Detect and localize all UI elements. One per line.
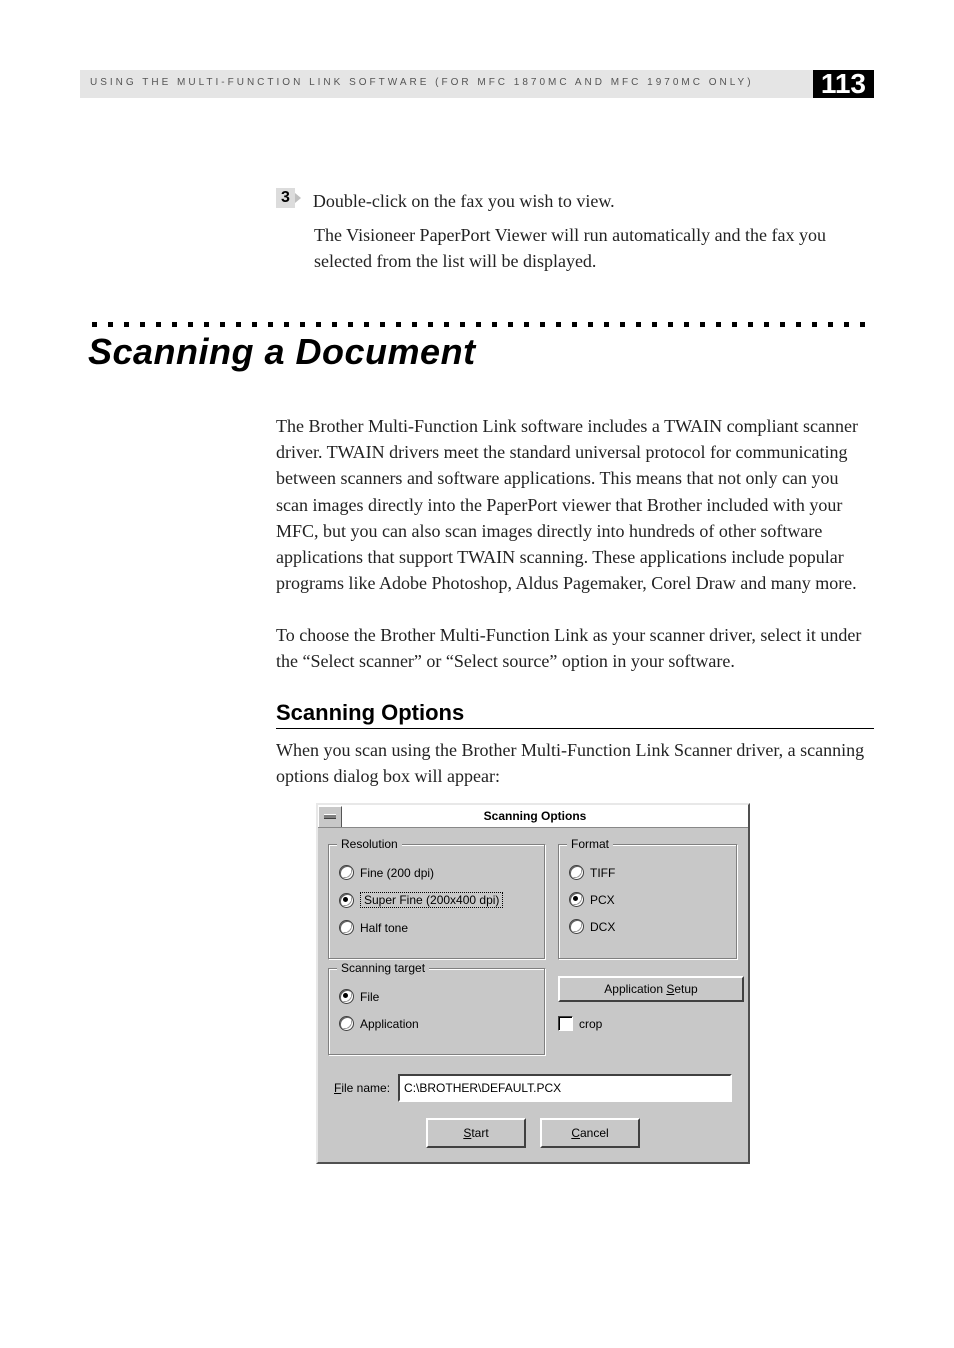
- radio-super-fine[interactable]: Super Fine (200x400 dpi): [339, 892, 535, 908]
- section-paragraph-2: To choose the Brother Multi-Function Lin…: [276, 622, 874, 674]
- subheading-rule: [276, 728, 874, 729]
- radio-super-fine-label: Super Fine (200x400 dpi): [360, 892, 503, 908]
- section-paragraph-3: When you scan using the Brother Multi-Fu…: [276, 737, 874, 789]
- group-target: Scanning target File Application: [328, 968, 546, 1056]
- group-format: Format TIFF PCX DCX: [558, 844, 738, 960]
- radio-icon: [569, 919, 584, 934]
- filename-input[interactable]: C:\BROTHER\DEFAULT.PCX: [398, 1074, 732, 1102]
- radio-tiff-label: TIFF: [590, 866, 615, 880]
- section-heading: Scanning a Document: [88, 331, 874, 373]
- running-head-text: USING THE MULTI-FUNCTION LINK SOFTWARE (…: [80, 70, 813, 98]
- chevron-right-icon: [295, 193, 301, 203]
- page-number: 113: [813, 70, 874, 98]
- radio-halftone-label: Half tone: [360, 921, 408, 935]
- radio-pcx[interactable]: PCX: [569, 892, 727, 907]
- radio-icon: [339, 920, 354, 935]
- checkbox-crop-label: crop: [579, 1017, 602, 1031]
- radio-target-app[interactable]: Application: [339, 1016, 535, 1031]
- radio-icon: [339, 989, 354, 1004]
- step-3-followup: The Visioneer PaperPort Viewer will run …: [314, 222, 874, 274]
- step-3: 3 Double-click on the fax you wish to vi…: [276, 188, 874, 214]
- filename-label: File name:: [334, 1081, 390, 1095]
- subheading-scanning-options: Scanning Options: [276, 700, 874, 726]
- radio-icon: [339, 893, 354, 908]
- radio-target-app-label: Application: [360, 1017, 419, 1031]
- checkbox-crop[interactable]: crop: [558, 1016, 744, 1031]
- group-target-legend: Scanning target: [337, 961, 429, 975]
- radio-target-file[interactable]: File: [339, 989, 535, 1004]
- filename-value: C:\BROTHER\DEFAULT.PCX: [404, 1081, 561, 1095]
- start-button[interactable]: Start: [426, 1118, 526, 1148]
- group-resolution: Resolution Fine (200 dpi) Super Fine (20…: [328, 844, 546, 960]
- checkbox-icon: [558, 1016, 573, 1031]
- system-menu-button[interactable]: [318, 806, 342, 827]
- radio-target-file-label: File: [360, 990, 379, 1004]
- step-3-text: Double-click on the fax you wish to view…: [313, 188, 615, 214]
- section-paragraph-1: The Brother Multi-Function Link software…: [276, 413, 874, 596]
- radio-icon: [569, 892, 584, 907]
- application-setup-button[interactable]: Application Setup: [558, 976, 744, 1002]
- radio-dcx[interactable]: DCX: [569, 919, 727, 934]
- radio-fine-label: Fine (200 dpi): [360, 866, 434, 880]
- radio-pcx-label: PCX: [590, 893, 615, 907]
- radio-icon: [339, 865, 354, 880]
- dialog-titlebar: Scanning Options: [318, 805, 748, 828]
- radio-icon: [339, 1016, 354, 1031]
- dialog-title: Scanning Options: [344, 809, 748, 823]
- dotted-rule: [80, 322, 874, 327]
- radio-icon: [569, 865, 584, 880]
- scanning-options-dialog: Scanning Options Resolution Fine (200 dp…: [316, 803, 750, 1164]
- group-resolution-legend: Resolution: [337, 837, 402, 851]
- radio-halftone[interactable]: Half tone: [339, 920, 535, 935]
- step-number-badge: 3: [276, 188, 301, 208]
- radio-tiff[interactable]: TIFF: [569, 865, 727, 880]
- radio-dcx-label: DCX: [590, 920, 615, 934]
- radio-fine[interactable]: Fine (200 dpi): [339, 865, 535, 880]
- cancel-button[interactable]: Cancel: [540, 1118, 640, 1148]
- running-header: USING THE MULTI-FUNCTION LINK SOFTWARE (…: [80, 70, 874, 98]
- system-menu-icon: [324, 814, 336, 819]
- group-format-legend: Format: [567, 837, 613, 851]
